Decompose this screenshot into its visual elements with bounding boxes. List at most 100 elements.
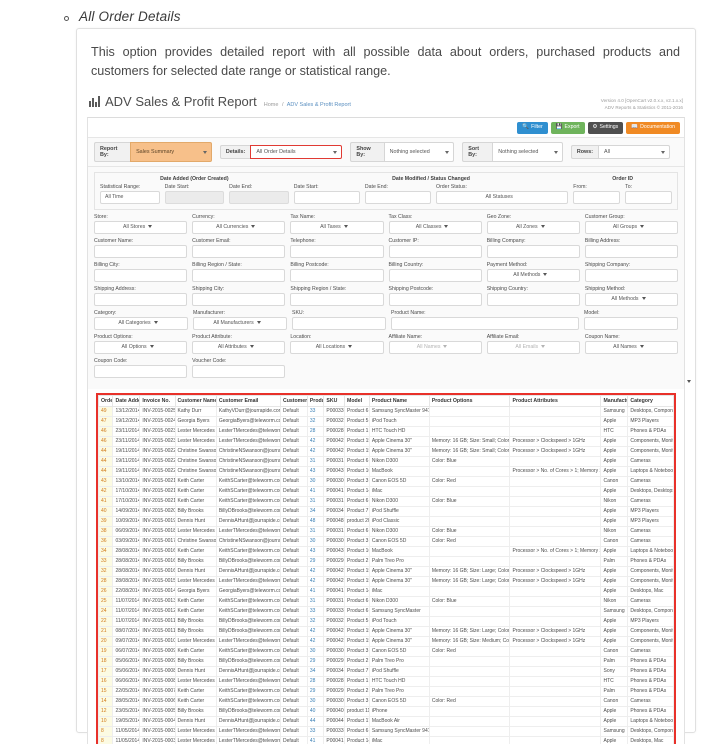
filter-select-store[interactable]: All Stores <box>94 220 188 234</box>
table-row[interactable]: 39 10/09/2014 INV-2015-0019 Dennis Hunt Denn… <box>98 515 674 527</box>
filter-select-customer-group[interactable]: All Groups <box>584 220 679 234</box>
filter-input-shipping-address[interactable] <box>94 292 188 306</box>
filter-input-voucher-code[interactable] <box>192 364 286 378</box>
table-row[interactable]: 26 22/08/2014 INV-2015-0014 Georgia Byers Ge… <box>98 585 674 597</box>
filter-input-coupon-code[interactable] <box>94 364 188 378</box>
table-row[interactable]: 15 22/05/2014 INV-2015-0007 Keith Carter Kei… <box>98 685 674 697</box>
date-added-end-input[interactable] <box>229 190 289 204</box>
settings-button[interactable]: ⚙ Settings <box>587 122 624 134</box>
order-id-to-input[interactable] <box>625 190 673 204</box>
table-row[interactable]: 42 17/10/2014 INV-2015-0021 Keith Carter Kei… <box>98 485 674 497</box>
table-row[interactable]: 40 14/09/2014 INV-2015-0020 Billy Brooks Bil… <box>98 505 674 517</box>
order-status-select[interactable]: All Statuses <box>436 190 569 204</box>
statistical-range-select[interactable]: All Time <box>100 190 691 383</box>
table-row[interactable]: 44 19/11/2014 INV-2015-0022 Christine Swans… <box>98 465 674 477</box>
report-by-select[interactable]: Sales Summary <box>130 141 212 162</box>
filter-input-billing-company[interactable] <box>486 244 580 258</box>
date-added-start-input[interactable] <box>164 190 225 204</box>
filter-input-shipping-company[interactable] <box>584 268 679 282</box>
filter-input-shipping-city[interactable] <box>192 292 286 306</box>
show-by-select[interactable]: Nothing selected <box>383 141 455 162</box>
table-row[interactable]: 8 11/05/2014 INV-2015-0003 Lester Mercedes L… <box>98 735 674 744</box>
table-column-header[interactable]: Model <box>344 394 370 407</box>
table-column-header[interactable]: Manufacturer <box>600 394 629 407</box>
filter-select-tax-name[interactable]: All Taxes <box>290 220 384 234</box>
table-column-header[interactable]: Invoice No. <box>139 394 176 407</box>
table-column-header[interactable]: Date Added <box>112 394 141 407</box>
table-row[interactable]: 28 28/08/2014 INV-2015-0015 Lester Mercedes… <box>98 575 674 587</box>
table-column-header[interactable]: Customer Email <box>215 394 281 407</box>
table-column-header[interactable]: Product Attributes <box>509 394 602 407</box>
table-row[interactable]: 44 19/11/2014 INV-2015-0022 Christine Swans… <box>98 445 674 457</box>
sort-by-select[interactable]: Nothing selected <box>492 141 563 162</box>
filter-input-shipping-region-state[interactable] <box>290 292 384 306</box>
table-row[interactable]: 12 23/05/2014 INV-2015-0005 Billy Brooks Bil… <box>98 705 674 717</box>
filter-input-model[interactable] <box>584 316 678 330</box>
table-row[interactable]: 47 19/12/2014 INV-2015-0024 Georgia Byers Ge… <box>98 415 674 427</box>
filter-input-billing-address[interactable] <box>584 244 679 258</box>
table-row[interactable]: 36 03/09/2014 INV-2015-0017 Christine Swans… <box>98 535 674 547</box>
filter-input-customer-email[interactable] <box>192 244 286 258</box>
table-row[interactable]: 34 28/08/2014 INV-2015-0016 Keith Carter Kei… <box>98 545 674 557</box>
table-column-header[interactable]: Order ID <box>98 394 114 407</box>
table-row[interactable]: 22 11/07/2014 INV-2015-0011 Billy Brooks Bil… <box>98 615 674 627</box>
filter-select-tax-class[interactable]: All Classes <box>388 220 482 234</box>
breadcrumb-home[interactable]: Home <box>264 102 279 108</box>
date-modified-end-input[interactable] <box>364 190 432 204</box>
table-row[interactable]: 17 05/06/2014 INV-2015-0008 Dennis Hunt Denn… <box>98 665 674 677</box>
table-row[interactable]: 18 05/06/2014 INV-2015-0009 Billy Brooks Bil… <box>98 655 674 667</box>
table-row[interactable]: 19 06/07/2014 INV-2015-0009 Keith Carter Kei… <box>98 645 674 657</box>
filter-select-geo-zone[interactable]: All Zones <box>486 220 580 234</box>
documentation-button[interactable]: 📖 Documentation <box>626 122 680 134</box>
table-column-header[interactable]: Product ID <box>306 394 325 407</box>
table-column-header[interactable]: Customer Name <box>174 394 217 407</box>
filter-input-billing-city[interactable] <box>94 268 188 282</box>
filter-select-manufacturer[interactable]: All Manufacturers <box>193 316 287 330</box>
filter-input-product-name[interactable] <box>391 316 579 330</box>
filter-select-product-attribute[interactable]: All Attributes <box>192 340 286 354</box>
date-modified-start-input[interactable] <box>293 190 360 204</box>
table-row[interactable]: 46 23/11/2014 INV-2015-0023 Lester Mercedes… <box>98 425 674 437</box>
details-select[interactable]: All Order Details <box>250 144 343 159</box>
filter-input-shipping-country[interactable] <box>486 292 580 306</box>
order-id-from-input[interactable] <box>573 190 621 204</box>
table-row[interactable]: 14 28/05/2014 INV-2015-0006 Keith Carter Kei… <box>98 695 674 707</box>
table-row[interactable]: 43 13/10/2014 INV-2015-0021 Keith Carter Kei… <box>98 475 674 487</box>
filter-select-affiliate-email[interactable]: All Emails <box>486 340 580 354</box>
filter-select-currency[interactable]: All Currencies <box>192 220 286 234</box>
filter-input-customer-name[interactable] <box>94 244 188 258</box>
filter-select-payment-method[interactable]: All Methods <box>486 268 580 282</box>
table-row[interactable]: 21 08/07/2014 INV-2015-0011 Billy Brooks Bil… <box>98 625 674 637</box>
filter-select-coupon-name[interactable]: All Names <box>584 340 679 354</box>
table-row[interactable]: 20 09/07/2014 INV-2015-0010 Lester Mercedes… <box>98 635 674 647</box>
table-row[interactable]: 24 11/07/2014 INV-2015-0012 Keith Carter Kei… <box>98 605 674 617</box>
filter-select-shipping-method[interactable]: All Methods <box>584 292 679 306</box>
table-column-header[interactable]: Customer Group <box>279 394 308 407</box>
filter-button[interactable]: 🔍 Filter <box>517 122 548 134</box>
filter-input-customer-ip[interactable] <box>388 244 482 258</box>
rows-select[interactable]: All <box>598 144 671 159</box>
filter-select-product-options[interactable]: All Options <box>94 340 188 354</box>
filter-input-sku[interactable] <box>292 316 386 330</box>
table-row[interactable]: 33 28/08/2014 INV-2015-0016 Billy Brooks Bil… <box>98 555 674 567</box>
filter-input-shipping-postcode[interactable] <box>388 292 482 306</box>
table-column-header[interactable]: Product Name <box>368 394 430 407</box>
table-row[interactable]: 32 28/08/2014 INV-2015-0016 Dennis Hunt Denn… <box>98 565 674 577</box>
table-column-header[interactable]: SKU <box>323 394 346 407</box>
table-column-header[interactable]: Category <box>627 394 674 407</box>
table-row[interactable]: 41 17/10/2014 INV-2015-0021 Keith Carter Kei… <box>98 495 674 507</box>
table-row[interactable]: 49 13/12/2014 INV-2015-0025 Kathy Durr Kathy… <box>98 405 674 417</box>
filter-input-billing-country[interactable] <box>388 268 482 282</box>
table-row[interactable]: 44 19/11/2014 INV-2015-0022 Christine Swans… <box>98 455 674 467</box>
table-row[interactable]: 25 11/07/2014 INV-2015-0013 Keith Carter Kei… <box>98 595 674 607</box>
table-row[interactable]: 10 19/05/2014 INV-2015-0004 Dennis Hunt Denn… <box>98 715 674 727</box>
filter-select-category[interactable]: All Categories <box>94 316 188 330</box>
filter-input-billing-postcode[interactable] <box>290 268 384 282</box>
table-row[interactable]: 16 06/06/2014 INV-2015-0008 Lester Mercedes… <box>98 675 674 687</box>
filter-input-telephone[interactable] <box>290 244 384 258</box>
filter-select-affiliate-name[interactable]: All Names <box>388 340 482 354</box>
table-row[interactable]: 38 06/09/2014 INV-2015-0018 Lester Mercedes… <box>98 525 674 537</box>
table-row[interactable]: 46 23/11/2014 INV-2015-0023 Lester Mercedes… <box>98 435 674 447</box>
table-row[interactable]: 8 11/05/2014 INV-2015-0003 Lester Mercedes L… <box>98 725 674 737</box>
table-column-header[interactable]: Product Options <box>428 394 511 407</box>
